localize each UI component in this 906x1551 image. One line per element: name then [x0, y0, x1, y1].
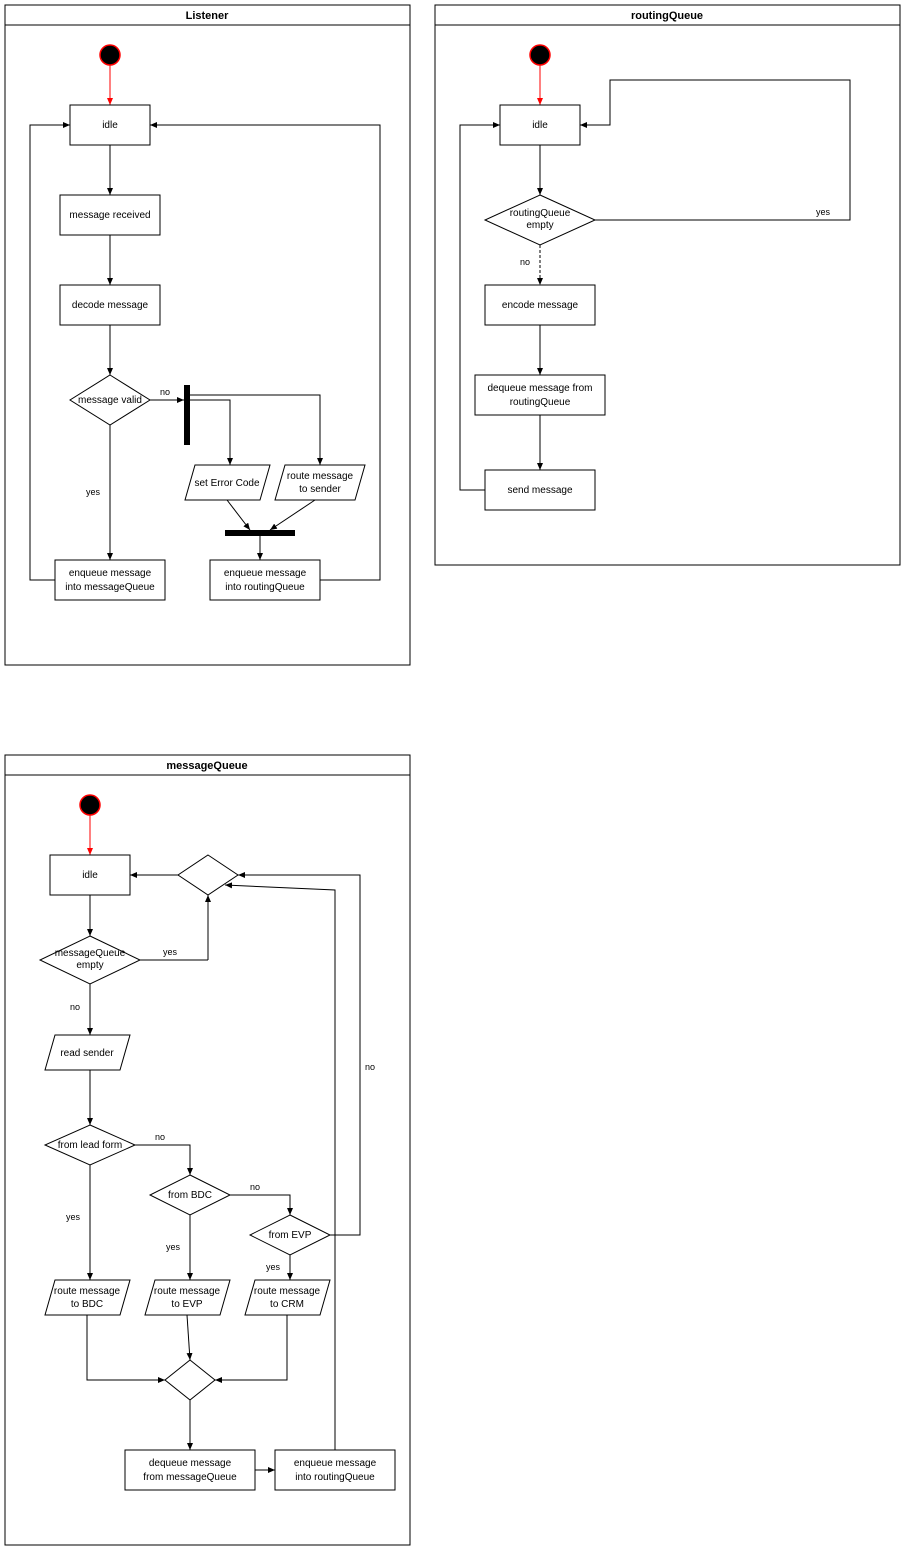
svg-text:routingQueue: routingQueue — [510, 397, 571, 408]
svg-text:route message: route message — [287, 471, 354, 482]
svg-text:enqueue message: enqueue message — [69, 568, 152, 579]
svg-text:routingQueue: routingQueue — [510, 208, 571, 219]
routingqueue-panel: routingQueue idle routingQueue empty yes… — [435, 5, 900, 565]
listener-join — [225, 530, 295, 536]
listener-enqueue-rq — [210, 560, 320, 600]
svg-text:into routingQueue: into routingQueue — [225, 582, 305, 593]
svg-text:route message: route message — [54, 1286, 121, 1297]
listener-fork — [184, 385, 190, 445]
rq-dequeue — [475, 375, 605, 415]
listener-panel: Listener idle message received decode me… — [5, 5, 410, 665]
messagequeue-title: messageQueue — [166, 760, 247, 772]
svg-text:idle: idle — [82, 870, 98, 881]
svg-text:no: no — [155, 1132, 165, 1142]
svg-text:to BDC: to BDC — [71, 1299, 103, 1310]
listener-enqueue-mq — [55, 560, 165, 600]
svg-text:from EVP: from EVP — [269, 1230, 312, 1241]
svg-text:yes: yes — [166, 1242, 181, 1252]
svg-text:route message: route message — [254, 1286, 321, 1297]
svg-text:read sender: read sender — [60, 1048, 114, 1059]
svg-text:to EVP: to EVP — [171, 1299, 202, 1310]
svg-text:idle: idle — [102, 120, 118, 131]
svg-text:dequeue message from: dequeue message from — [487, 383, 592, 394]
svg-text:into messageQueue: into messageQueue — [65, 582, 155, 593]
svg-text:yes: yes — [816, 207, 831, 217]
svg-text:from messageQueue: from messageQueue — [143, 1472, 237, 1483]
svg-text:messageQueue: messageQueue — [55, 948, 126, 959]
listener-title: Listener — [186, 10, 230, 22]
routingqueue-title: routingQueue — [631, 10, 703, 22]
svg-text:into routingQueue: into routingQueue — [295, 1472, 375, 1483]
svg-text:to CRM: to CRM — [270, 1299, 304, 1310]
svg-text:encode message: encode message — [502, 300, 579, 311]
mq-dequeue — [125, 1450, 255, 1490]
svg-text:message received: message received — [69, 210, 150, 221]
svg-text:from lead form: from lead form — [58, 1140, 122, 1151]
svg-text:set Error Code: set Error Code — [194, 478, 259, 489]
svg-text:no: no — [70, 1002, 80, 1012]
messagequeue-panel: messageQueue idle messageQueue empty yes… — [5, 755, 410, 1545]
svg-text:decode message: decode message — [72, 300, 149, 311]
svg-text:no: no — [365, 1062, 375, 1072]
svg-text:yes: yes — [163, 947, 178, 957]
mq-initial — [80, 795, 100, 815]
svg-text:to sender: to sender — [299, 484, 341, 495]
svg-text:idle: idle — [532, 120, 548, 131]
svg-text:no: no — [250, 1182, 260, 1192]
svg-text:from BDC: from BDC — [168, 1190, 212, 1201]
svg-text:dequeue message: dequeue message — [149, 1458, 232, 1469]
svg-text:send message: send message — [507, 485, 572, 496]
svg-text:no: no — [520, 257, 530, 267]
svg-text:enqueue message: enqueue message — [294, 1458, 377, 1469]
svg-text:yes: yes — [66, 1212, 81, 1222]
svg-text:route message: route message — [154, 1286, 221, 1297]
svg-text:empty: empty — [526, 220, 553, 231]
svg-text:message valid: message valid — [78, 395, 142, 406]
svg-text:empty: empty — [76, 960, 103, 971]
svg-text:yes: yes — [86, 487, 101, 497]
mq-enqueue-rq — [275, 1450, 395, 1490]
svg-text:yes: yes — [266, 1262, 281, 1272]
rq-initial — [530, 45, 550, 65]
svg-text:enqueue message: enqueue message — [224, 568, 307, 579]
listener-initial — [100, 45, 120, 65]
svg-text:no: no — [160, 387, 170, 397]
